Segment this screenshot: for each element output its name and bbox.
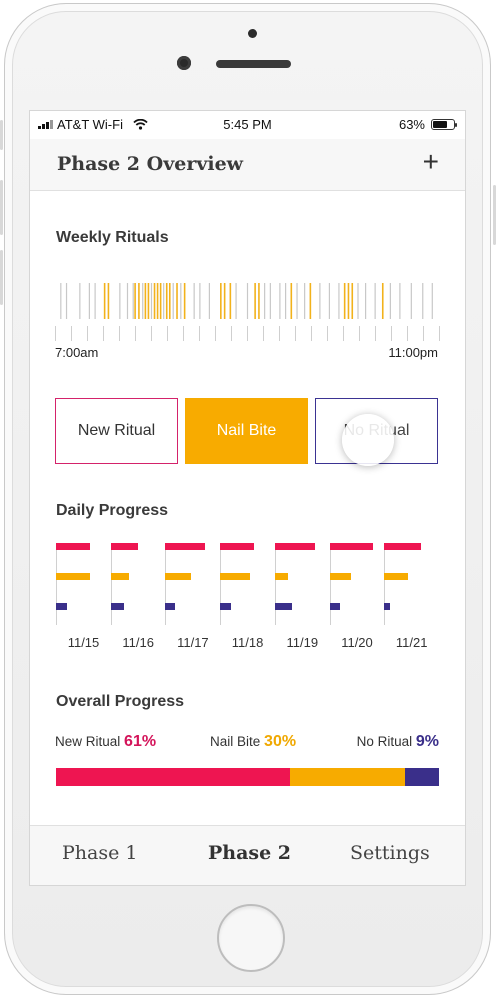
- overall-new-percent: 61%: [124, 733, 157, 750]
- mute-switch[interactable]: [0, 120, 3, 150]
- daily-bar-new: [220, 543, 255, 550]
- timeline-start-label: 7:00am: [55, 345, 99, 360]
- progress-segment-nail-bite: [289, 768, 405, 786]
- daily-axis-line: [274, 543, 276, 625]
- daily-bar-nail: [110, 573, 129, 580]
- daily-bar-new: [110, 543, 139, 550]
- tab-settings[interactable]: Settings: [350, 842, 430, 864]
- daily-date-label: 11/16: [122, 635, 154, 650]
- daily-bar-nail: [56, 573, 90, 580]
- app-screen: AT&T Wi-Fi 5:45 PM 63% Phase 2 Overview …: [29, 110, 466, 886]
- tab-bar: Phase 1 Phase 2 Settings: [30, 825, 465, 885]
- nail-bite-button[interactable]: Nail Bite: [185, 398, 308, 464]
- home-button[interactable]: [217, 904, 285, 972]
- daily-bar-new: [165, 543, 206, 550]
- daily-bar-no: [329, 603, 341, 610]
- timeline-end-label: 11:00pm: [388, 345, 438, 360]
- add-icon[interactable]: +: [423, 147, 439, 177]
- battery-icon: [431, 119, 457, 130]
- daily-date-label: 11/19: [286, 635, 319, 650]
- daily-axis-line: [329, 543, 331, 625]
- daily-column: 11/15: [56, 543, 111, 653]
- volume-up-button[interactable]: [0, 180, 3, 235]
- overall-new-label: New Ritual: [55, 734, 121, 749]
- volume-down-button[interactable]: [0, 250, 3, 305]
- daily-bar-new: [274, 543, 315, 550]
- daily-bar-nail: [274, 573, 289, 580]
- overall-progress-title: Overall Progress: [56, 693, 185, 710]
- daily-bar-no: [165, 603, 176, 610]
- front-camera: [177, 56, 191, 70]
- daily-date-label: 11/20: [341, 635, 373, 650]
- daily-bar-new: [384, 543, 421, 550]
- daily-axis-line: [384, 543, 386, 625]
- daily-bar-nail: [165, 573, 192, 580]
- no-ritual-button[interactable]: No Ritual: [315, 398, 438, 464]
- daily-bar-no: [56, 603, 67, 610]
- progress-segment-new-ritual: [56, 768, 290, 786]
- daily-bar-no: [110, 603, 125, 610]
- daily-column: 11/19: [274, 543, 330, 653]
- daily-bar-nail: [329, 573, 352, 580]
- front-sensor: [248, 29, 257, 38]
- overall-nail-label: Nail Bite: [210, 734, 261, 749]
- daily-date-label: 11/15: [67, 635, 100, 650]
- earpiece-speaker: [216, 60, 291, 68]
- overall-no-label: No Ritual: [356, 734, 413, 749]
- daily-axis-line: [110, 543, 112, 625]
- overall-nail-percent: 30%: [264, 733, 297, 750]
- progress-segment-no-ritual: [404, 768, 439, 786]
- daily-axis-line: [56, 543, 57, 625]
- overall-new-ritual: New Ritual 61%: [55, 733, 156, 751]
- daily-axis-line: [220, 543, 222, 625]
- overall-no-ritual: No Ritual 9%: [357, 733, 439, 751]
- page-title: Phase 2 Overview: [57, 153, 244, 175]
- power-button[interactable]: [493, 185, 496, 245]
- daily-progress-title: Daily Progress: [56, 502, 169, 519]
- battery-percent: 63%: [398, 117, 425, 132]
- status-bar: AT&T Wi-Fi 5:45 PM 63%: [30, 111, 465, 139]
- daily-date-label: 11/18: [231, 635, 264, 650]
- battery-info: 63%: [398, 117, 457, 132]
- overall-progress-bar: [56, 768, 439, 786]
- daily-progress-chart: 11/15 11/16 11/17 11/18 11/19 11/20 11/21: [56, 543, 436, 663]
- daily-date-label: 11/21: [395, 635, 428, 650]
- overall-no-percent: 9%: [415, 733, 439, 750]
- daily-column: 11/17: [165, 543, 220, 653]
- overall-nail-bite: Nail Bite 30%: [210, 733, 296, 751]
- daily-bar-new: [329, 543, 374, 550]
- daily-bar-no: [274, 603, 292, 610]
- tab-phase-1[interactable]: Phase 1: [62, 842, 137, 864]
- daily-bar-no: [220, 603, 232, 610]
- daily-date-label: 11/17: [177, 635, 209, 650]
- daily-axis-line: [165, 543, 167, 625]
- tab-phase-2[interactable]: Phase 2: [208, 842, 291, 864]
- daily-column: 11/21: [384, 543, 439, 653]
- daily-column: 11/20: [329, 543, 385, 653]
- weekly-rituals-title: Weekly Rituals: [56, 229, 169, 246]
- daily-column: 11/18: [220, 543, 275, 653]
- daily-bar-nail: [220, 573, 251, 580]
- nav-header: Phase 2 Overview +: [30, 139, 465, 191]
- daily-bar-new: [56, 543, 90, 550]
- weekly-rituals-timeline: [55, 283, 440, 341]
- daily-column: 11/16: [110, 543, 166, 653]
- new-ritual-button[interactable]: New Ritual: [55, 398, 178, 464]
- daily-bar-nail: [384, 573, 409, 580]
- daily-bar-no: [384, 603, 390, 610]
